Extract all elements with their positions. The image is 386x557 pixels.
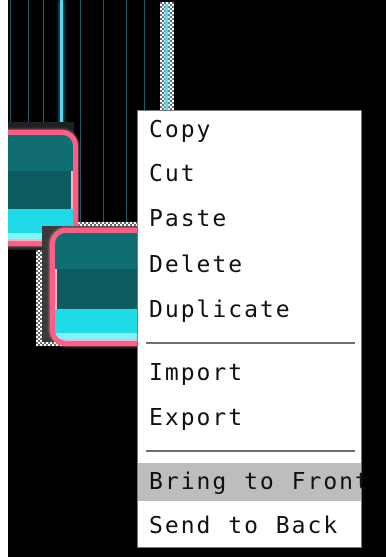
wire xyxy=(103,0,104,230)
node-top xyxy=(8,135,73,171)
menu-separator xyxy=(146,450,355,452)
menu-item-bring-to-front[interactable]: Bring to Front xyxy=(138,463,369,501)
menu-item-import[interactable]: Import xyxy=(138,354,361,392)
wire xyxy=(80,0,81,230)
menu-item-copy[interactable]: Copy xyxy=(138,111,361,149)
wire-selected xyxy=(165,4,168,120)
wire xyxy=(10,0,11,140)
context-menu: Copy Cut Paste Delete Duplicate Import E… xyxy=(137,110,369,548)
menu-separator xyxy=(146,342,355,344)
menu-item-send-to-back[interactable]: Send to Back xyxy=(138,507,361,545)
menu-item-paste[interactable]: Paste xyxy=(138,200,361,238)
wire xyxy=(43,0,44,140)
menu-item-export[interactable]: Export xyxy=(138,399,361,437)
wire xyxy=(28,0,29,140)
menu-item-delete[interactable]: Delete xyxy=(138,246,361,284)
menu-item-duplicate[interactable]: Duplicate xyxy=(138,291,361,329)
menu-item-cut[interactable]: Cut xyxy=(138,155,361,193)
wire xyxy=(126,0,127,230)
